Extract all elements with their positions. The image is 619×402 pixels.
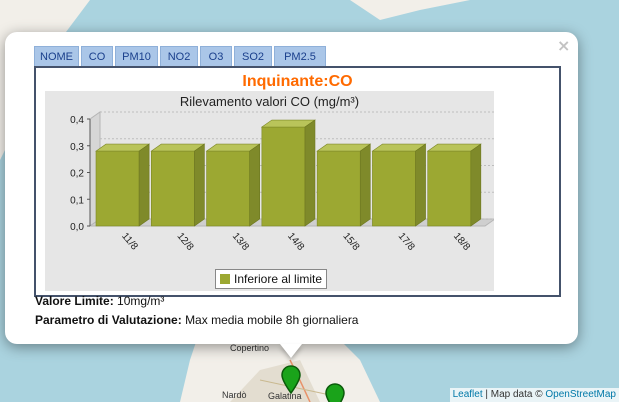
attribution-text: | Map data © (482, 389, 546, 400)
x-tick-label: 18/8 (451, 231, 472, 253)
tab-so2[interactable]: SO2 (234, 46, 272, 67)
map-attribution: Leaflet | Map data © OpenStreetMap (449, 388, 619, 402)
legend-label: Inferiore al limite (234, 272, 323, 286)
param-value: Max media mobile 8h giornaliera (185, 313, 359, 327)
bar (95, 150, 140, 227)
limit-value: 10mg/m³ (117, 294, 165, 308)
y-tick-label: 0,2 (70, 169, 84, 180)
bar (206, 150, 250, 227)
legend-swatch (220, 274, 230, 284)
bar (372, 150, 416, 227)
param-row: Parametro di Valutazione: Max media mobi… (35, 313, 358, 327)
param-label: Parametro di Valutazione: (35, 313, 182, 327)
x-tick-label: 11/8 (119, 231, 140, 253)
tab-co[interactable]: CO (81, 46, 113, 67)
co-chart: Rilevamento valori CO (mg/m³) 0,0 0,1 0,2 0… (45, 91, 494, 291)
tab-o3[interactable]: O3 (200, 46, 232, 67)
bar-side (470, 143, 482, 227)
town-label: Nardò (222, 390, 247, 400)
leaflet-link[interactable]: Leaflet (453, 389, 483, 400)
y-tick-label: 0,1 (70, 195, 84, 206)
y-tick-label: 0,0 (70, 222, 84, 233)
x-tick-label: 15/8 (340, 231, 361, 253)
bar-side (415, 143, 426, 227)
limit-row: Valore Limite: 10mg/m³ (35, 294, 164, 308)
bar-side (249, 143, 260, 227)
osm-link[interactable]: OpenStreetMap (545, 389, 616, 400)
bar-side (359, 143, 371, 227)
town-label: Copertino (230, 343, 270, 353)
map-marker-icon[interactable] (281, 365, 301, 395)
y-tick-label: 0,4 (70, 115, 84, 126)
bar (427, 150, 472, 227)
tab-nome[interactable]: NOME (34, 46, 79, 67)
bar-side (304, 119, 316, 227)
y-tick-label: 0,3 (70, 142, 84, 153)
tab-pm10[interactable]: PM10 (115, 46, 158, 67)
x-tick-label: 13/8 (230, 231, 251, 253)
map-marker-icon[interactable] (325, 383, 345, 402)
close-icon[interactable]: × (557, 36, 570, 55)
bar-side (194, 143, 205, 227)
bar (261, 126, 306, 227)
chart-plot: 0,0 0,1 0,2 0,3 0,4 11/8 12/8 13/8 14/8 15/8 17/8 1… (70, 111, 494, 253)
x-tick-label: 12/8 (175, 231, 196, 253)
popup-tip (280, 344, 302, 358)
x-tick-label: 17/8 (396, 231, 417, 253)
limit-label: Valore Limite: (35, 294, 114, 308)
tab-no2[interactable]: NO2 (160, 46, 198, 67)
chart-legend: Inferiore al limite (215, 269, 328, 289)
bar (316, 150, 361, 227)
pollutant-heading: Inquinante:CO (242, 73, 353, 90)
bar-side (138, 143, 150, 227)
tab-pm25[interactable]: PM2.5 (274, 46, 326, 67)
bar (150, 150, 195, 227)
x-tick-label: 14/8 (285, 231, 306, 253)
